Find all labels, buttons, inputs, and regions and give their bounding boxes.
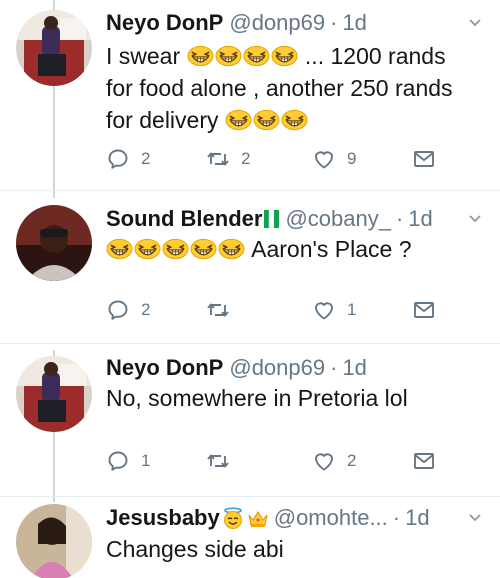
crown-icon — [246, 507, 270, 529]
tweet[interactable]: Jesusbaby @omohte... · 1d Changes side a… — [0, 497, 500, 578]
tweet-text: Aaron's Place ? — [106, 233, 476, 265]
like-count: 9 — [347, 149, 357, 168]
reply-button[interactable]: 2 — [106, 146, 150, 172]
grinning-squinting-face-icon — [271, 45, 298, 67]
chevron-down-icon[interactable] — [466, 509, 484, 527]
smiling-face-with-halo-icon — [221, 507, 245, 529]
envelope-icon — [412, 298, 436, 322]
direct-message-button[interactable] — [412, 297, 436, 323]
timestamp[interactable]: 1d — [408, 206, 432, 232]
tweet-text-part: No, somewhere in Pretoria lol — [106, 385, 408, 411]
display-name[interactable]: Sound Blender — [106, 206, 262, 232]
tweet-text: Changes side abi — [106, 533, 476, 565]
chevron-down-icon[interactable] — [466, 14, 484, 32]
heart-icon — [312, 147, 336, 171]
tweet-text: No, somewhere in Pretoria lol — [106, 382, 476, 414]
chevron-down-icon[interactable] — [466, 210, 484, 228]
reply-count: 2 — [141, 149, 151, 168]
direct-message-button[interactable] — [412, 448, 436, 474]
timestamp[interactable]: 1d — [342, 355, 366, 381]
avatar-car-photo-icon — [16, 356, 92, 432]
like-button[interactable]: 9 — [312, 146, 356, 172]
like-button[interactable]: 2 — [312, 448, 356, 474]
timestamp[interactable]: 1d — [342, 10, 366, 36]
grinning-squinting-face-icon — [106, 238, 133, 260]
tweet-text: I swear ... 1200 rands for food alone , … — [106, 40, 476, 136]
grinning-squinting-face-icon — [218, 238, 245, 260]
display-name[interactable]: Jesusbaby — [106, 505, 220, 531]
grinning-squinting-face-icon — [162, 238, 189, 260]
avatar[interactable] — [16, 10, 92, 86]
tweet[interactable]: Sound Blender @cobany_ · 1d Aaron's Plac… — [0, 191, 500, 343]
tweet-header: Jesusbaby @omohte... · 1d — [106, 503, 484, 533]
action-bar: 1 2 — [106, 448, 446, 474]
timestamp[interactable]: 1d — [405, 505, 429, 531]
tweet[interactable]: Neyo DonP @donp69 · 1d I swear ... 1200 … — [0, 0, 500, 190]
retweet-button[interactable] — [206, 297, 241, 323]
action-bar: 2 1 — [106, 297, 446, 323]
tweet[interactable]: Neyo DonP @donp69 · 1d No, somewhere in … — [0, 344, 500, 496]
user-handle[interactable]: @omohte... — [274, 505, 388, 531]
tweet-text-part: Changes side abi — [106, 536, 284, 562]
retweet-icon — [206, 147, 230, 171]
grinning-squinting-face-icon — [243, 45, 270, 67]
reply-count: 1 — [141, 451, 151, 470]
avatar[interactable] — [16, 205, 92, 281]
retweet-icon — [206, 449, 230, 473]
envelope-icon — [412, 147, 436, 171]
user-handle[interactable]: @donp69 — [229, 355, 325, 381]
avatar-selfie-photo-icon — [16, 504, 92, 578]
retweet-icon — [206, 298, 230, 322]
display-name[interactable]: Neyo DonP — [106, 355, 223, 381]
grinning-squinting-face-icon — [190, 238, 217, 260]
like-count: 2 — [347, 451, 357, 470]
like-button[interactable]: 1 — [312, 297, 356, 323]
separator-dot: · — [392, 505, 401, 530]
reply-icon — [106, 298, 130, 322]
separator-dot: · — [395, 206, 404, 231]
direct-message-button[interactable] — [412, 146, 436, 172]
tweet-header: Sound Blender @cobany_ · 1d — [106, 204, 484, 234]
avatar[interactable] — [16, 356, 92, 432]
display-name[interactable]: Neyo DonP — [106, 10, 223, 36]
envelope-icon — [412, 449, 436, 473]
separator-dot: · — [330, 355, 338, 380]
grinning-squinting-face-icon — [281, 109, 308, 131]
tweet-text-part: I swear — [106, 43, 181, 69]
heart-icon — [312, 298, 336, 322]
reply-icon — [106, 147, 130, 171]
tweet-header: Neyo DonP @donp69 · 1d — [106, 353, 484, 383]
retweet-count: 2 — [241, 149, 251, 168]
separator-dot: · — [330, 10, 338, 35]
avatar[interactable] — [16, 504, 92, 578]
like-count: 1 — [347, 300, 357, 319]
heart-icon — [312, 449, 336, 473]
tweet-text-part: Aaron's Place ? — [251, 236, 412, 262]
nigeria-flag-icon — [263, 208, 281, 230]
reply-icon — [106, 449, 130, 473]
retweet-button[interactable]: 2 — [206, 146, 250, 172]
tweet-header: Neyo DonP @donp69 · 1d — [106, 8, 484, 38]
grinning-squinting-face-icon — [187, 45, 214, 67]
grinning-squinting-face-icon — [253, 109, 280, 131]
user-handle[interactable]: @cobany_ — [285, 206, 391, 232]
reply-count: 2 — [141, 300, 151, 319]
retweet-button[interactable] — [206, 448, 241, 474]
avatar-dark-photo-icon — [16, 205, 92, 281]
reply-button[interactable]: 1 — [106, 448, 150, 474]
user-handle[interactable]: @donp69 — [229, 10, 325, 36]
grinning-squinting-face-icon — [225, 109, 252, 131]
avatar-car-photo-icon — [16, 10, 92, 86]
grinning-squinting-face-icon — [134, 238, 161, 260]
action-bar: 2 2 9 — [106, 146, 446, 172]
grinning-squinting-face-icon — [215, 45, 242, 67]
reply-button[interactable]: 2 — [106, 297, 150, 323]
